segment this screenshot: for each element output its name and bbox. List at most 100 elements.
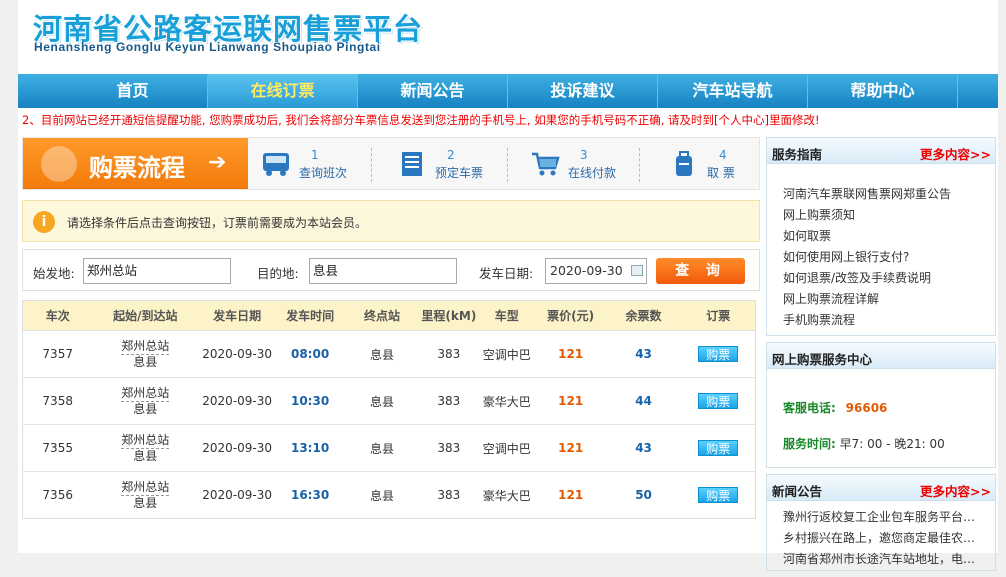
step-label: 查询班次: [299, 166, 348, 180]
header: 河南省公路客运联网售票平台 Henansheng Gonglu Keyun Li…: [18, 0, 998, 74]
col-header: 订票: [706, 309, 731, 323]
guide-link[interactable]: 网上购票须知: [783, 205, 995, 226]
guide-link[interactable]: 手机购票流程: [783, 310, 995, 331]
table-header-row: 车次 起始/到达站 发车日期 发车时间 终点站 里程(kM) 车型 票价(元) …: [22, 300, 756, 331]
cell-time: 10:30: [290, 394, 330, 408]
cell-bus-type: 豪华大巴: [482, 488, 531, 503]
service-center-title: 网上购票服务中心: [772, 352, 873, 367]
buy-ticket-button[interactable]: 购票: [698, 346, 739, 362]
cell-buy: 购票: [681, 425, 755, 472]
guide-link[interactable]: 河南汽车票联网售票网郑重公告: [783, 184, 995, 205]
start-station-link[interactable]: 郑州总站: [121, 386, 170, 402]
news-list: 豫州行返校复工企业包车服务平台… 乡村振兴在路上，邀您商定最佳农… 河南省郑州市…: [767, 501, 995, 570]
news-link[interactable]: 乡村振兴在路上，邀您商定最佳农…: [783, 528, 995, 549]
cell-price: 121: [558, 488, 584, 502]
buy-ticket-button[interactable]: 购票: [698, 393, 739, 409]
cell-bus-no: 7355: [42, 441, 73, 455]
guide-link[interactable]: 如何退票/改签及手续费说明: [783, 268, 995, 289]
guide-link[interactable]: 网上购票流程详解: [783, 289, 995, 310]
date-input[interactable]: 2020-09-30: [545, 258, 647, 284]
start-station-link[interactable]: 郑州总站: [121, 433, 170, 449]
hours-row: 服务时间: 早7: 00 - 晚21: 00: [783, 435, 945, 452]
cell-distance: 383: [437, 488, 461, 502]
cell-end-station: 息县: [369, 488, 394, 503]
buy-ticket-button[interactable]: 购票: [698, 487, 739, 503]
cell-date: 2020-09-30: [202, 441, 273, 455]
sidebar: 服务指南 更多内容>> 河南汽车票联网售票网郑重公告 网上购票须知 如何取票 如…: [766, 137, 996, 577]
phone-row: 客服电话: 96606: [783, 399, 887, 416]
service-guide-more-link[interactable]: 更多内容>>: [920, 144, 991, 163]
cell-bus-no: 7358: [42, 394, 73, 408]
cell-bus-type: 空调中巴: [482, 347, 531, 362]
service-center-box: 网上购票服务中心 客服电话: 96606 服务时间: 早7: 00 - 晚21:…: [766, 342, 996, 468]
service-guide-list: 河南汽车票联网售票网郑重公告 网上购票须知 如何取票 如何使用网上银行支付? 如…: [767, 164, 995, 335]
from-label: 始发地:: [33, 266, 75, 281]
info-tip: i 请选择条件后点击查询按钮，订票前需要成为本站会员。: [22, 200, 760, 242]
col-header: 余票数: [625, 309, 662, 323]
step-divider: [639, 148, 640, 182]
table-row: 7357 郑州总站 息县 2020-09-30 08:00 息县 383 空调中巴…: [22, 330, 756, 378]
cell-end-station: 息县: [369, 394, 394, 409]
info-tip-text: 请选择条件后点击查询按钮，订票前需要成为本站会员。: [67, 216, 368, 230]
col-header: 发车日期: [213, 309, 262, 323]
cell-bus-type: 豪华大巴: [482, 394, 531, 409]
cell-price: 121: [558, 441, 584, 455]
start-station-link[interactable]: 郑州总站: [121, 339, 170, 355]
calendar-icon[interactable]: [631, 265, 643, 276]
to-input[interactable]: 息县: [309, 258, 457, 284]
buy-ticket-button[interactable]: 购票: [698, 440, 739, 456]
cell-time: 13:10: [290, 441, 330, 455]
shopping-cart-icon: [532, 152, 560, 176]
main-content: 购票流程 ➔ 1 查询班次 2 预定车票 3 在线付款 4 取 票 i 请选择条…: [22, 137, 760, 519]
bus-icon: [263, 153, 289, 176]
news-header: 新闻公告 更多内容>>: [767, 475, 995, 501]
news-more-link[interactable]: 更多内容>>: [920, 481, 991, 500]
table-row: 7355 郑州总站 息县 2020-09-30 13:10 息县 383 空调中巴…: [22, 424, 756, 472]
date-value: 2020-09-30: [550, 263, 623, 278]
step-number: 1: [311, 148, 319, 162]
cell-stations: 郑州总站 息县: [92, 331, 198, 378]
nav-complaints[interactable]: 投诉建议: [508, 74, 658, 108]
col-header: 终点站: [363, 309, 400, 323]
nav-station-guide[interactable]: 汽车站导航: [658, 74, 808, 108]
news-link[interactable]: 河南省郑州市长途汽车站地址，电…: [783, 549, 995, 570]
clock-icon: [41, 146, 77, 182]
step-number: 4: [719, 148, 727, 162]
nav-news[interactable]: 新闻公告: [358, 74, 508, 108]
service-guide-header: 服务指南 更多内容>>: [767, 138, 995, 164]
cell-remaining: 50: [635, 488, 652, 502]
scrolling-notice: 2、目前网站已经开通短信提醒功能, 您购票成功后, 我们会将部分车票信息发送到您…: [22, 113, 820, 127]
arrival-station: 息县: [133, 354, 158, 369]
search-form: 始发地: 郑州总站 目的地: 息县 发车日期: 2020-09-30 查 询: [22, 249, 760, 291]
col-header: 起始/到达站: [113, 309, 178, 323]
col-header: 车次: [45, 309, 70, 323]
cell-date: 2020-09-30: [202, 347, 273, 361]
nav-home[interactable]: 首页: [58, 74, 208, 108]
cell-end-station: 息县: [369, 441, 394, 456]
news-link[interactable]: 豫州行返校复工企业包车服务平台…: [783, 507, 995, 528]
arrow-right-icon: ➔: [208, 150, 227, 175]
hours-value: 早7: 00 - 晚21: 00: [839, 437, 945, 451]
nav-online-booking[interactable]: 在线订票: [208, 74, 358, 108]
cell-time: 16:30: [290, 488, 330, 502]
col-header: 发车时间: [286, 309, 335, 323]
cell-buy: 购票: [681, 472, 755, 519]
schedule-table: 车次 起始/到达站 发车日期 发车时间 终点站 里程(kM) 车型 票价(元) …: [22, 300, 756, 519]
cell-distance: 383: [437, 394, 461, 408]
service-guide-box: 服务指南 更多内容>> 河南汽车票联网售票网郑重公告 网上购票须知 如何取票 如…: [766, 137, 996, 336]
hours-label: 服务时间:: [783, 437, 836, 451]
from-input[interactable]: 郑州总站: [83, 258, 231, 284]
news-box: 新闻公告 更多内容>> 豫州行返校复工企业包车服务平台… 乡村振兴在路上，邀您商…: [766, 474, 996, 571]
guide-link[interactable]: 如何使用网上银行支付?: [783, 247, 995, 268]
search-button[interactable]: 查 询: [656, 258, 745, 284]
cell-bus-no: 7357: [42, 347, 73, 361]
start-station-link[interactable]: 郑州总站: [121, 480, 170, 496]
cell-bus-no: 7356: [42, 488, 73, 502]
guide-link[interactable]: 如何取票: [783, 226, 995, 247]
news-title: 新闻公告: [772, 484, 823, 499]
page: 河南省公路客运联网售票平台 Henansheng Gonglu Keyun Li…: [18, 0, 998, 571]
nav-help[interactable]: 帮助中心: [808, 74, 958, 108]
col-header: 里程(kM): [421, 309, 477, 323]
cell-stations: 郑州总站 息县: [92, 472, 198, 519]
cell-end-station: 息县: [369, 347, 394, 362]
